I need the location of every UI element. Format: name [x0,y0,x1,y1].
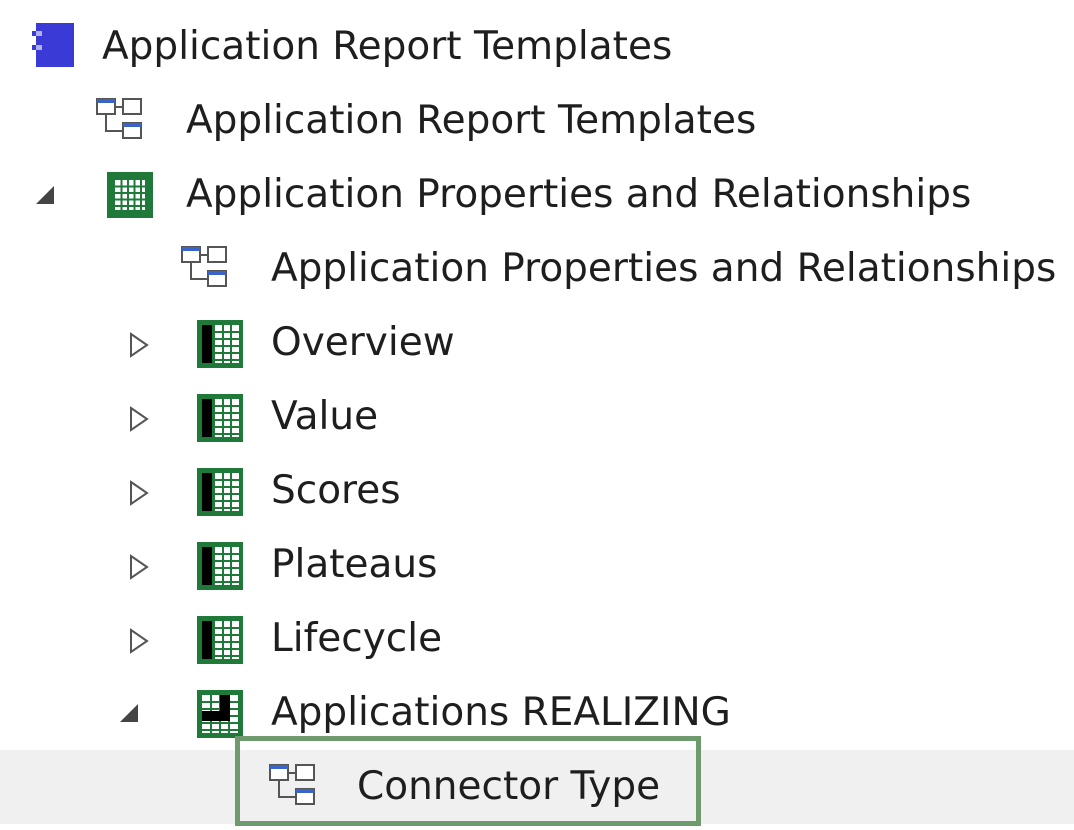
table-grid-icon [106,171,154,219]
collapsed-triangle-icon[interactable] [128,554,150,580]
selection-highlight [235,736,701,826]
collapsed-triangle-icon[interactable] [128,406,150,432]
tree-item-label: Application Properties and Relationships [186,172,972,217]
tree-item-scores[interactable]: Scores [0,454,1074,528]
tree-item-label: Application Properties and Relationships [271,246,1057,291]
tree-item-label: Applications REALIZING [271,690,731,735]
collapsed-triangle-icon[interactable] [128,332,150,358]
relationship-matrix-icon [196,689,244,738]
tree-item-label: Overview [271,320,455,365]
project-browser-tree: Application Report Templates Application… [0,0,1074,830]
tree-item-application-properties-and-relationships-diagram[interactable]: Application Properties and Relationships [0,232,1074,306]
tree-item-label: Plateaus [271,542,438,587]
matrix-icon [196,541,244,590]
expanded-triangle-icon[interactable] [34,184,56,206]
matrix-icon [196,615,244,664]
diagram-icon [95,97,145,145]
tree-item-label: Lifecycle [271,616,443,661]
tree-item-label: Application Report Templates [186,98,757,143]
matrix-icon [196,467,244,516]
tree-item-application-report-templates-package[interactable]: Application Report Templates [0,10,1074,84]
tree-item-application-report-templates-diagram[interactable]: Application Report Templates [0,84,1074,158]
matrix-icon [196,393,244,442]
collapsed-triangle-icon[interactable] [128,480,150,506]
tree-item-plateaus[interactable]: Plateaus [0,528,1074,602]
expanded-triangle-icon[interactable] [118,702,140,724]
tree-item-label: Value [271,394,379,439]
matrix-icon [196,319,244,368]
tree-item-label: Scores [271,468,401,513]
collapsed-triangle-icon[interactable] [128,628,150,654]
tree-item-value[interactable]: Value [0,380,1074,454]
tree-item-application-properties-and-relationships[interactable]: Application Properties and Relationships [0,158,1074,232]
package-icon [30,23,76,71]
tree-item-label: Application Report Templates [102,24,673,69]
tree-item-overview[interactable]: Overview [0,306,1074,380]
tree-item-lifecycle[interactable]: Lifecycle [0,602,1074,676]
diagram-icon [180,245,230,293]
